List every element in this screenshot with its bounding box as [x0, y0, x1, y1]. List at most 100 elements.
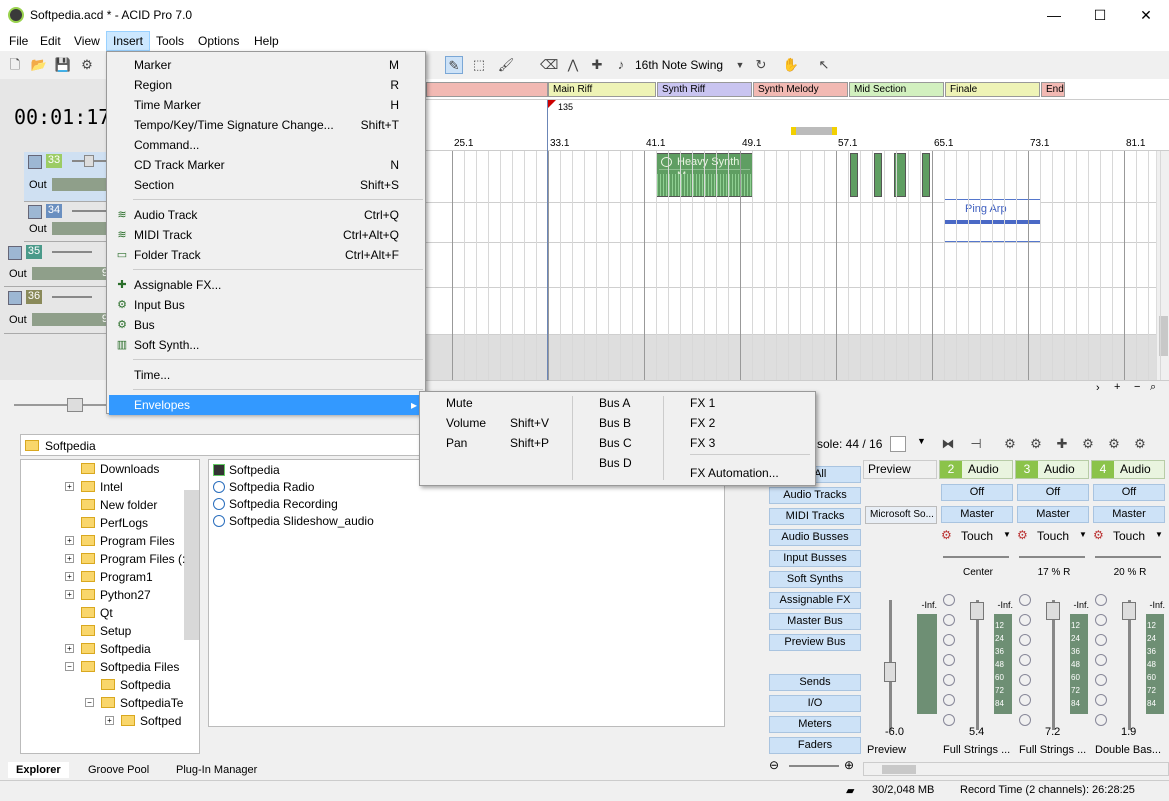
record-arm-icon[interactable] [1019, 674, 1031, 686]
select-tool-icon[interactable]: ⬚ [470, 56, 488, 74]
bypass-icon[interactable] [1095, 634, 1107, 646]
save-icon[interactable]: 💾 [54, 56, 72, 74]
zoom-out-icon[interactable]: − [1134, 381, 1140, 393]
marker-region[interactable]: Main Riff [548, 82, 656, 97]
expand-icon[interactable]: + [65, 590, 74, 599]
open-icon[interactable]: 📂 [30, 56, 48, 74]
tree-item[interactable]: Downloads [81, 460, 159, 478]
link-icon[interactable] [943, 714, 955, 726]
help-pointer-icon[interactable]: ↖ [815, 56, 833, 74]
tree-item[interactable]: Python27 [81, 586, 151, 604]
filter-button[interactable]: Assignable FX [769, 592, 861, 609]
menu-options[interactable]: Options [192, 31, 245, 51]
menu-tools[interactable]: Tools [150, 31, 190, 51]
vertical-scrollbar[interactable] [1156, 151, 1169, 380]
volume-slider[interactable] [52, 296, 92, 298]
menu-view[interactable]: View [68, 31, 106, 51]
sends-button[interactable]: Sends [769, 674, 861, 691]
mixer-horizontal-scrollbar[interactable] [863, 762, 1169, 776]
clip-fragment[interactable] [850, 153, 858, 197]
menu-item-cd-track-marker[interactable]: CD Track Marker N [109, 155, 423, 175]
render-icon[interactable]: ⚙ [78, 56, 96, 74]
automation-gear-icon[interactable]: ⚙ [1093, 528, 1104, 542]
marker-region[interactable]: Mid Section [849, 82, 944, 97]
clip-fragment[interactable] [874, 153, 882, 197]
zoom-out-icon[interactable]: ⊖ [769, 758, 779, 772]
expand-icon[interactable]: + [105, 716, 114, 725]
channel-header[interactable]: 3 Audio [1015, 460, 1089, 479]
bus-button[interactable]: Master [1093, 506, 1165, 523]
mixer-tool-icon[interactable]: ⧓ [939, 435, 957, 453]
volume-slider[interactable] [52, 251, 92, 253]
tempo-marker-flag[interactable] [548, 100, 556, 108]
fader-thumb[interactable] [1046, 602, 1060, 620]
expand-icon[interactable]: − [85, 698, 94, 707]
menu-item-fx-automation[interactable]: FX Automation... [690, 464, 779, 482]
fader-thumb[interactable] [970, 602, 984, 620]
filter-button[interactable]: Master Bus [769, 613, 861, 630]
menu-item-fx1[interactable]: FX 1 [690, 394, 715, 412]
faders-button[interactable]: Faders [769, 737, 861, 754]
file-item[interactable]: Softpedia [213, 462, 280, 479]
mixer-tool-icon[interactable]: ✚ [1053, 435, 1071, 453]
ruler[interactable] [426, 135, 1169, 151]
tree-item[interactable]: Program Files (: [81, 550, 185, 568]
marker-region[interactable]: Finale [945, 82, 1040, 97]
automation-mode[interactable]: Touch [961, 529, 993, 543]
menu-file[interactable]: File [3, 31, 34, 51]
chevron-down-icon[interactable]: ▼ [917, 436, 926, 446]
link-icon[interactable] [1019, 714, 1031, 726]
menu-item-command[interactable]: Command... [109, 135, 423, 155]
menu-item-region[interactable]: Region R [109, 75, 423, 95]
zoom-in-icon[interactable]: ⊕ [844, 758, 854, 772]
menu-item-envelopes[interactable]: Envelopes ▸ [109, 395, 423, 415]
marker-region[interactable]: End [1041, 82, 1065, 97]
menu-item-fx3[interactable]: FX 3 [690, 434, 715, 452]
menu-item-bus-c[interactable]: Bus C [599, 434, 632, 452]
envelope-tool-icon[interactable]: ⋀ [564, 56, 582, 74]
fx-icon[interactable] [1095, 614, 1107, 626]
channel-header[interactable]: 2 Audio [939, 460, 1013, 479]
solo-icon[interactable] [1095, 694, 1107, 706]
chevron-down-icon[interactable]: ▼ [1079, 530, 1087, 539]
filter-button[interactable]: Audio Busses [769, 529, 861, 546]
chevron-down-icon[interactable]: ▼ [731, 56, 749, 74]
expand-icon[interactable]: + [65, 536, 74, 545]
menu-item-fx2[interactable]: FX 2 [690, 414, 715, 432]
loop-region[interactable] [791, 127, 837, 135]
pan-slider[interactable] [1095, 556, 1161, 558]
tree-item[interactable]: Softped [121, 712, 181, 730]
master-slider-thumb[interactable] [67, 398, 83, 412]
menu-item-soft-synth[interactable]: ▥ Soft Synth... [109, 335, 423, 355]
console-button-icon[interactable] [890, 436, 906, 452]
marker-region[interactable]: Synth Riff [657, 82, 752, 97]
menu-edit[interactable]: Edit [34, 31, 67, 51]
menu-help[interactable]: Help [248, 31, 285, 51]
file-item[interactable]: Softpedia Slideshow_audio [213, 513, 374, 530]
menu-item-input-bus[interactable]: ⚙ Input Bus [109, 295, 423, 315]
automation-mode[interactable]: Touch [1037, 529, 1069, 543]
link-icon[interactable] [1095, 714, 1107, 726]
filter-button[interactable]: Input Busses [769, 550, 861, 567]
menu-item-bus-d[interactable]: Bus D [599, 454, 632, 472]
menu-item-section[interactable]: Section Shift+S [109, 175, 423, 195]
record-arm-icon[interactable] [1095, 674, 1107, 686]
meters-button[interactable]: Meters [769, 716, 861, 733]
preview-device[interactable]: Microsoft So... [865, 506, 937, 524]
expand-icon[interactable]: + [65, 572, 74, 581]
bus-button[interactable]: Master [941, 506, 1013, 523]
record-arm-icon[interactable] [943, 674, 955, 686]
fader-thumb[interactable] [1122, 602, 1136, 620]
automation-gear-icon[interactable]: ⚙ [1017, 528, 1028, 542]
pan-slider[interactable] [943, 556, 1009, 558]
tree-item[interactable]: Program Files [81, 532, 175, 550]
menu-item-audio-track[interactable]: ≋ Audio Track Ctrl+Q [109, 205, 423, 225]
tree-item[interactable]: Qt [81, 604, 113, 622]
phase-icon[interactable] [1019, 654, 1031, 666]
maximize-button[interactable]: ☐ [1077, 0, 1123, 31]
bypass-icon[interactable] [943, 634, 955, 646]
tab-explorer[interactable]: Explorer [8, 762, 69, 778]
tree-item[interactable]: SoftpediaTe [101, 694, 183, 712]
chevron-down-icon[interactable]: ▼ [1003, 530, 1011, 539]
fx-icon[interactable] [1019, 614, 1031, 626]
